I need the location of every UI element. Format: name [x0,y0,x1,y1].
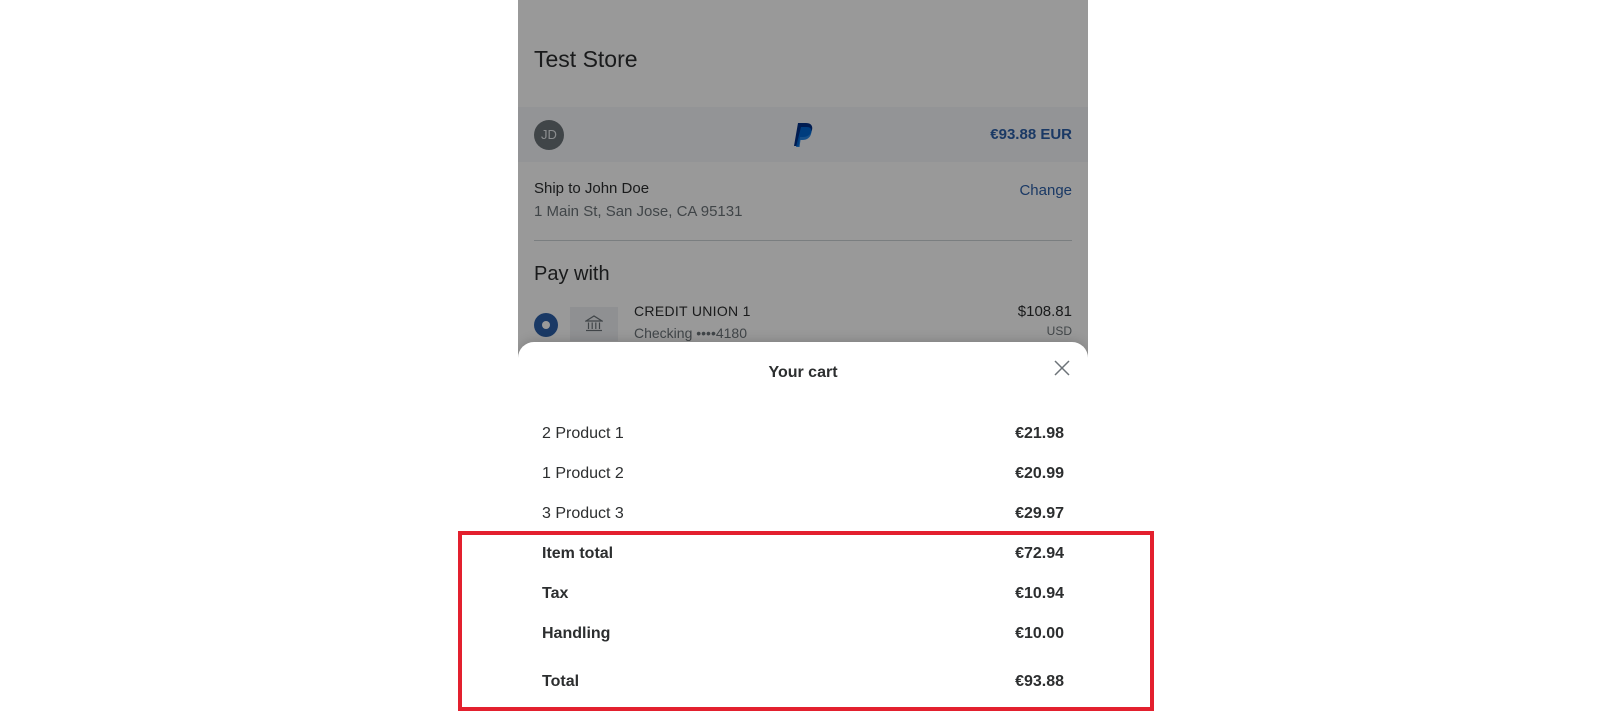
total-label: Total [542,673,580,690]
tax-label: Tax [542,585,569,602]
cart-item-label: 1 Product 2 [542,465,624,482]
cart-item-price: €29.97 [1015,505,1064,522]
cart-sheet: Your cart 2 Product 1 €21.98 1 Product 2… [518,342,1088,727]
cart-title: Your cart [768,364,838,381]
checkout-panel: Test Store JD €93.88 EUR Ship to John Do… [518,0,1088,727]
cart-item-label: 3 Product 3 [542,505,624,522]
total-row: Total €93.88 [542,662,1064,702]
cart-item-price: €21.98 [1015,425,1064,442]
cart-item-row: 3 Product 3 €29.97 [542,494,1064,534]
tax-price: €10.94 [1015,585,1064,602]
tax-row: Tax €10.94 [542,574,1064,614]
item-total-price: €72.94 [1015,545,1064,562]
total-price: €93.88 [1015,673,1064,690]
cart-item-row: 1 Product 2 €20.99 [542,454,1064,494]
item-total-row: Item total €72.94 [542,534,1064,574]
item-total-label: Item total [542,545,614,562]
cart-line-items: 2 Product 1 €21.98 1 Product 2 €20.99 3 … [542,414,1064,702]
handling-price: €10.00 [1015,625,1064,642]
handling-row: Handling €10.00 [542,614,1064,654]
cart-item-row: 2 Product 1 €21.98 [542,414,1064,454]
cart-item-price: €20.99 [1015,465,1064,482]
handling-label: Handling [542,625,611,642]
cart-item-label: 2 Product 1 [542,425,624,442]
close-icon[interactable] [1050,356,1074,380]
